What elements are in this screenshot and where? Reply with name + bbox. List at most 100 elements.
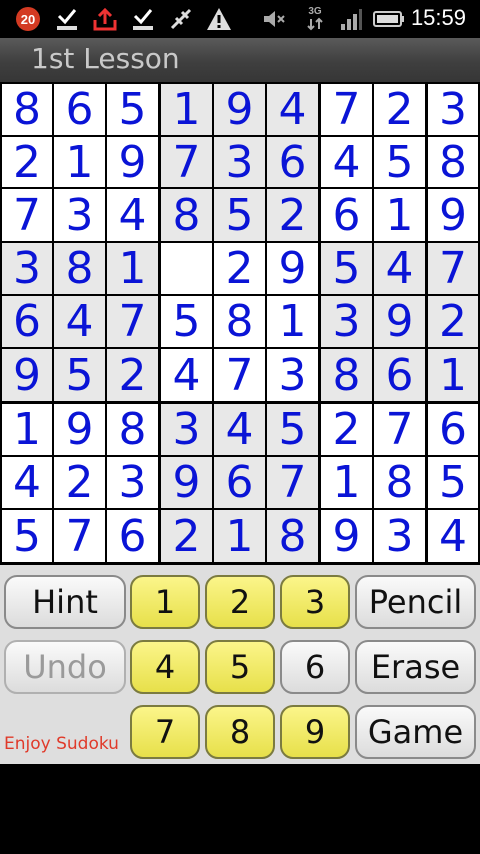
board-cell[interactable]: 3 [321, 296, 372, 347]
board-cell[interactable]: 5 [214, 189, 265, 241]
board-cell[interactable]: 2 [107, 349, 158, 401]
board-cell[interactable]: 4 [267, 84, 318, 135]
board-cell[interactable]: 8 [161, 189, 212, 241]
board-cell[interactable]: 8 [321, 349, 372, 401]
board-cell[interactable]: 7 [107, 296, 158, 347]
board-cell[interactable]: 4 [2, 457, 52, 508]
board-cell[interactable] [161, 243, 212, 294]
board-cell[interactable]: 4 [161, 349, 212, 401]
board-cell[interactable]: 3 [428, 84, 478, 135]
board-cell[interactable]: 9 [267, 243, 318, 294]
board-cell[interactable]: 2 [267, 189, 318, 241]
board-cell[interactable]: 4 [321, 137, 372, 188]
number-button-3[interactable]: 3 [280, 575, 350, 629]
board-cell[interactable]: 7 [161, 137, 212, 188]
number-button-2[interactable]: 2 [205, 575, 275, 629]
download-check-icon[interactable] [128, 4, 158, 34]
undo-button[interactable]: Undo [4, 640, 126, 694]
board-cell[interactable]: 7 [428, 243, 478, 294]
board-cell[interactable]: 4 [214, 404, 265, 455]
warning-icon[interactable] [204, 4, 234, 34]
game-button[interactable]: Game [355, 705, 476, 759]
hint-button[interactable]: Hint [4, 575, 126, 629]
number-button-9[interactable]: 9 [280, 705, 350, 759]
board-cell[interactable]: 2 [214, 243, 265, 294]
board-cell[interactable]: 1 [214, 510, 265, 562]
board-cell[interactable]: 1 [374, 189, 425, 241]
board-cell[interactable]: 9 [374, 296, 425, 347]
board-cell[interactable]: 2 [161, 510, 212, 562]
board-cell[interactable]: 9 [428, 189, 478, 241]
board-cell[interactable]: 6 [54, 84, 105, 135]
board-cell[interactable]: 8 [428, 137, 478, 188]
board-cell[interactable]: 7 [267, 457, 318, 508]
board-cell[interactable]: 6 [107, 510, 158, 562]
board-cell[interactable]: 2 [321, 404, 372, 455]
board-cell[interactable]: 5 [54, 349, 105, 401]
board-cell[interactable]: 9 [214, 84, 265, 135]
board-cell[interactable]: 2 [374, 84, 425, 135]
board-cell[interactable]: 4 [107, 189, 158, 241]
number-button-5[interactable]: 5 [205, 640, 275, 694]
erase-button[interactable]: Erase [355, 640, 476, 694]
board-cell[interactable]: 1 [54, 137, 105, 188]
board-cell[interactable]: 3 [161, 404, 212, 455]
board-cell[interactable]: 7 [2, 189, 52, 241]
board-cell[interactable]: 4 [374, 243, 425, 294]
board-cell[interactable]: 1 [321, 457, 372, 508]
board-cell[interactable]: 5 [161, 296, 212, 347]
board-cell[interactable]: 9 [107, 137, 158, 188]
board-cell[interactable]: 7 [54, 510, 105, 562]
number-button-4[interactable]: 4 [130, 640, 200, 694]
number-button-7[interactable]: 7 [130, 705, 200, 759]
pencil-button[interactable]: Pencil [355, 575, 476, 629]
notification-badge[interactable]: 20 [16, 7, 40, 31]
number-button-6[interactable]: 6 [280, 640, 350, 694]
board-cell[interactable]: 9 [161, 457, 212, 508]
usb-debug-icon[interactable] [166, 4, 196, 34]
board-cell[interactable]: 8 [214, 296, 265, 347]
upload-icon[interactable] [90, 4, 120, 34]
board-cell[interactable]: 7 [214, 349, 265, 401]
number-button-1[interactable]: 1 [130, 575, 200, 629]
board-cell[interactable]: 9 [321, 510, 372, 562]
board-cell[interactable]: 8 [2, 84, 52, 135]
board-cell[interactable]: 2 [428, 296, 478, 347]
board-cell[interactable]: 6 [214, 457, 265, 508]
board-cell[interactable]: 6 [267, 137, 318, 188]
board-cell[interactable]: 2 [54, 457, 105, 508]
board-cell[interactable]: 1 [267, 296, 318, 347]
board-cell[interactable]: 8 [267, 510, 318, 562]
board-cell[interactable]: 5 [2, 510, 52, 562]
board-cell[interactable]: 5 [374, 137, 425, 188]
board-cell[interactable]: 6 [321, 189, 372, 241]
board-cell[interactable]: 7 [321, 84, 372, 135]
download-check-icon[interactable] [52, 4, 82, 34]
board-cell[interactable]: 3 [267, 349, 318, 401]
board-cell[interactable]: 6 [2, 296, 52, 347]
board-cell[interactable]: 3 [214, 137, 265, 188]
board-cell[interactable]: 6 [428, 404, 478, 455]
board-cell[interactable]: 8 [374, 457, 425, 508]
board-cell[interactable]: 6 [374, 349, 425, 401]
board-cell[interactable]: 3 [54, 189, 105, 241]
board-cell[interactable]: 5 [267, 404, 318, 455]
board-cell[interactable]: 5 [321, 243, 372, 294]
board-cell[interactable]: 1 [161, 84, 212, 135]
board-cell[interactable]: 7 [374, 404, 425, 455]
board-cell[interactable]: 3 [374, 510, 425, 562]
board-cell[interactable]: 9 [2, 349, 52, 401]
board-cell[interactable]: 2 [2, 137, 52, 188]
board-cell[interactable]: 8 [54, 243, 105, 294]
number-button-8[interactable]: 8 [205, 705, 275, 759]
board-cell[interactable]: 4 [428, 510, 478, 562]
board-cell[interactable]: 9 [54, 404, 105, 455]
board-cell[interactable]: 1 [107, 243, 158, 294]
board-cell[interactable]: 1 [428, 349, 478, 401]
board-cell[interactable]: 5 [428, 457, 478, 508]
board-cell[interactable]: 4 [54, 296, 105, 347]
board-cell[interactable]: 3 [2, 243, 52, 294]
board-cell[interactable]: 5 [107, 84, 158, 135]
board-cell[interactable]: 8 [107, 404, 158, 455]
board-cell[interactable]: 3 [107, 457, 158, 508]
